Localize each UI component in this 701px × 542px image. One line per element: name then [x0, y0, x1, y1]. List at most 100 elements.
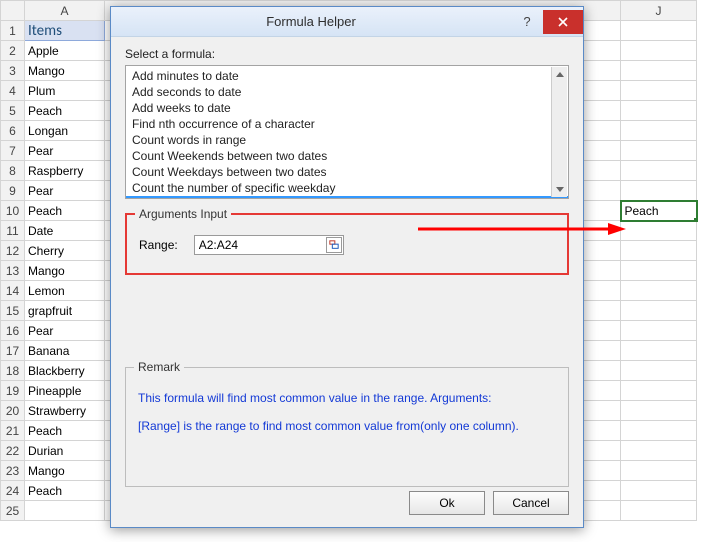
row-header[interactable]: 22 — [1, 441, 25, 461]
select-formula-label: Select a formula: — [125, 47, 569, 61]
cell[interactable] — [621, 321, 697, 341]
row-header[interactable]: 14 — [1, 281, 25, 301]
cell[interactable]: Raspberry — [25, 161, 105, 181]
cell[interactable] — [25, 501, 105, 521]
formula-listbox[interactable]: Add minutes to dateAdd seconds to dateAd… — [125, 65, 569, 199]
formula-option[interactable]: Count Weekdays between two dates — [126, 164, 568, 180]
cell[interactable] — [621, 481, 697, 501]
cell[interactable]: Cherry — [25, 241, 105, 261]
col-header-A[interactable]: A — [25, 1, 105, 21]
row-header[interactable]: 12 — [1, 241, 25, 261]
dialog-titlebar[interactable]: Formula Helper ? — [111, 7, 583, 37]
ok-button[interactable]: Ok — [409, 491, 485, 515]
cell[interactable]: Pear — [25, 321, 105, 341]
row-header[interactable]: 23 — [1, 461, 25, 481]
cell[interactable] — [621, 301, 697, 321]
remark-line: [Range] is the range to find most common… — [138, 416, 556, 436]
row-header[interactable]: 15 — [1, 301, 25, 321]
cell[interactable]: Peach — [25, 201, 105, 221]
row-header[interactable]: 5 — [1, 101, 25, 121]
cell[interactable] — [621, 261, 697, 281]
row-header[interactable]: 4 — [1, 81, 25, 101]
row-header[interactable]: 6 — [1, 121, 25, 141]
formula-option[interactable]: Count words in range — [126, 132, 568, 148]
row-header[interactable]: 8 — [1, 161, 25, 181]
cell[interactable] — [621, 421, 697, 441]
cell[interactable] — [621, 161, 697, 181]
cell[interactable]: Mango — [25, 61, 105, 81]
cell[interactable]: Blackberry — [25, 361, 105, 381]
cell[interactable]: Mango — [25, 461, 105, 481]
row-header[interactable]: 7 — [1, 141, 25, 161]
close-button[interactable] — [543, 10, 583, 34]
cell[interactable]: Banana — [25, 341, 105, 361]
cell[interactable] — [621, 241, 697, 261]
col-header-J[interactable]: J — [621, 1, 697, 21]
row-header[interactable]: 17 — [1, 341, 25, 361]
row-header[interactable]: 2 — [1, 41, 25, 61]
formula-option[interactable]: Find most common value — [126, 196, 568, 199]
cell[interactable] — [621, 81, 697, 101]
cell[interactable]: Items — [25, 21, 105, 41]
cell[interactable]: Apple — [25, 41, 105, 61]
cell[interactable]: Peach — [25, 481, 105, 501]
cell[interactable] — [621, 361, 697, 381]
row-header[interactable]: 16 — [1, 321, 25, 341]
row-header[interactable]: 9 — [1, 181, 25, 201]
cell[interactable] — [621, 21, 697, 41]
select-all-corner[interactable] — [1, 1, 25, 21]
row-header[interactable]: 24 — [1, 481, 25, 501]
formula-option[interactable]: Add minutes to date — [126, 68, 568, 84]
formula-option[interactable]: Count the number of specific weekday — [126, 180, 568, 196]
row-header[interactable]: 18 — [1, 361, 25, 381]
cell[interactable]: Strawberry — [25, 401, 105, 421]
cell[interactable]: Lemon — [25, 281, 105, 301]
row-header[interactable]: 13 — [1, 261, 25, 281]
cell[interactable]: Peach — [621, 201, 697, 221]
help-button[interactable]: ? — [511, 10, 543, 34]
cell[interactable] — [621, 181, 697, 201]
cell[interactable]: Pear — [25, 141, 105, 161]
cell[interactable] — [621, 281, 697, 301]
cell[interactable] — [621, 221, 697, 241]
cell[interactable]: Peach — [25, 421, 105, 441]
dialog-title: Formula Helper — [111, 14, 511, 29]
formula-option[interactable]: Add seconds to date — [126, 84, 568, 100]
listbox-scrollbar[interactable] — [551, 67, 567, 197]
cell[interactable] — [621, 61, 697, 81]
cell[interactable]: Durian — [25, 441, 105, 461]
cell[interactable] — [621, 101, 697, 121]
formula-option[interactable]: Count Weekends between two dates — [126, 148, 568, 164]
row-header[interactable]: 19 — [1, 381, 25, 401]
cell[interactable] — [621, 501, 697, 521]
row-header[interactable]: 11 — [1, 221, 25, 241]
cell[interactable] — [621, 141, 697, 161]
formula-option[interactable]: Find nth occurrence of a character — [126, 116, 568, 132]
range-input[interactable] — [194, 235, 344, 255]
row-header[interactable]: 3 — [1, 61, 25, 81]
cell[interactable]: Peach — [25, 101, 105, 121]
cell[interactable] — [621, 401, 697, 421]
cell[interactable]: Date — [25, 221, 105, 241]
cell[interactable]: Pear — [25, 181, 105, 201]
cancel-button[interactable]: Cancel — [493, 491, 569, 515]
arguments-legend: Arguments Input — [135, 207, 231, 221]
row-header[interactable]: 10 — [1, 201, 25, 221]
row-header[interactable]: 21 — [1, 421, 25, 441]
cell[interactable] — [621, 381, 697, 401]
cell[interactable]: Mango — [25, 261, 105, 281]
refedit-button[interactable] — [326, 237, 342, 253]
cell[interactable] — [621, 441, 697, 461]
cell[interactable]: grapfruit — [25, 301, 105, 321]
formula-option[interactable]: Add weeks to date — [126, 100, 568, 116]
row-header[interactable]: 20 — [1, 401, 25, 421]
cell[interactable]: Longan — [25, 121, 105, 141]
cell[interactable] — [621, 461, 697, 481]
cell[interactable] — [621, 341, 697, 361]
row-header[interactable]: 1 — [1, 21, 25, 41]
row-header[interactable]: 25 — [1, 501, 25, 521]
cell[interactable] — [621, 41, 697, 61]
cell[interactable]: Plum — [25, 81, 105, 101]
cell[interactable]: Pineapple — [25, 381, 105, 401]
cell[interactable] — [621, 121, 697, 141]
